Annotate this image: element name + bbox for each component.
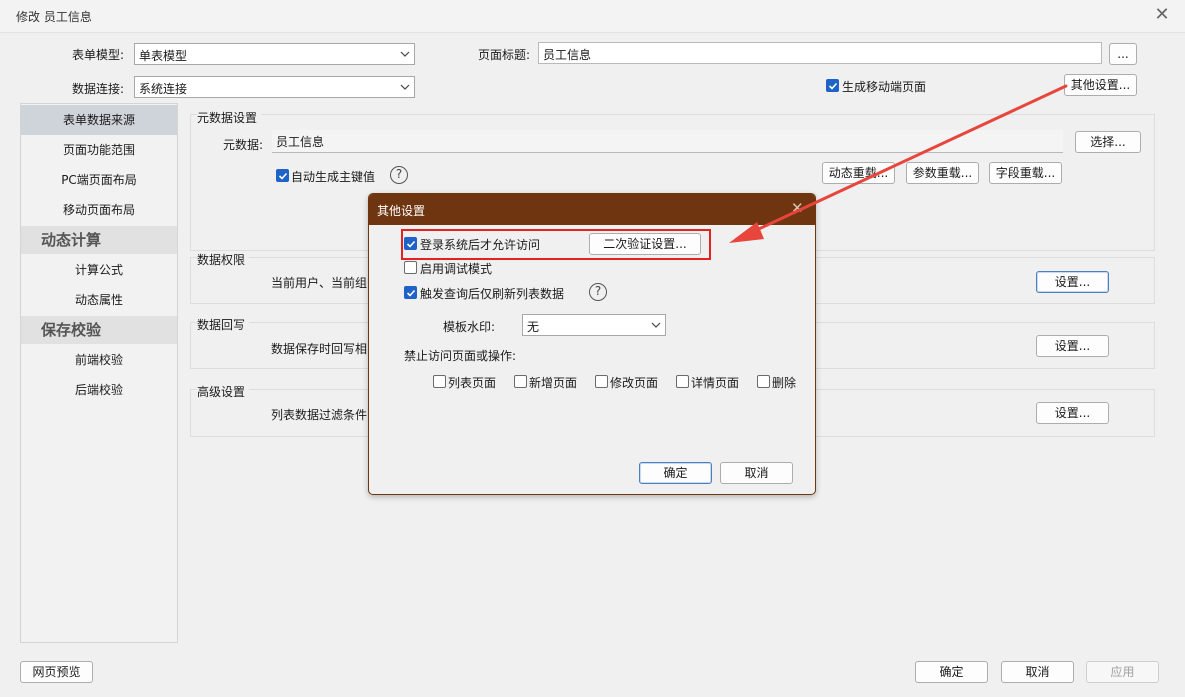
annotation-arrow-icon <box>729 84 1068 243</box>
